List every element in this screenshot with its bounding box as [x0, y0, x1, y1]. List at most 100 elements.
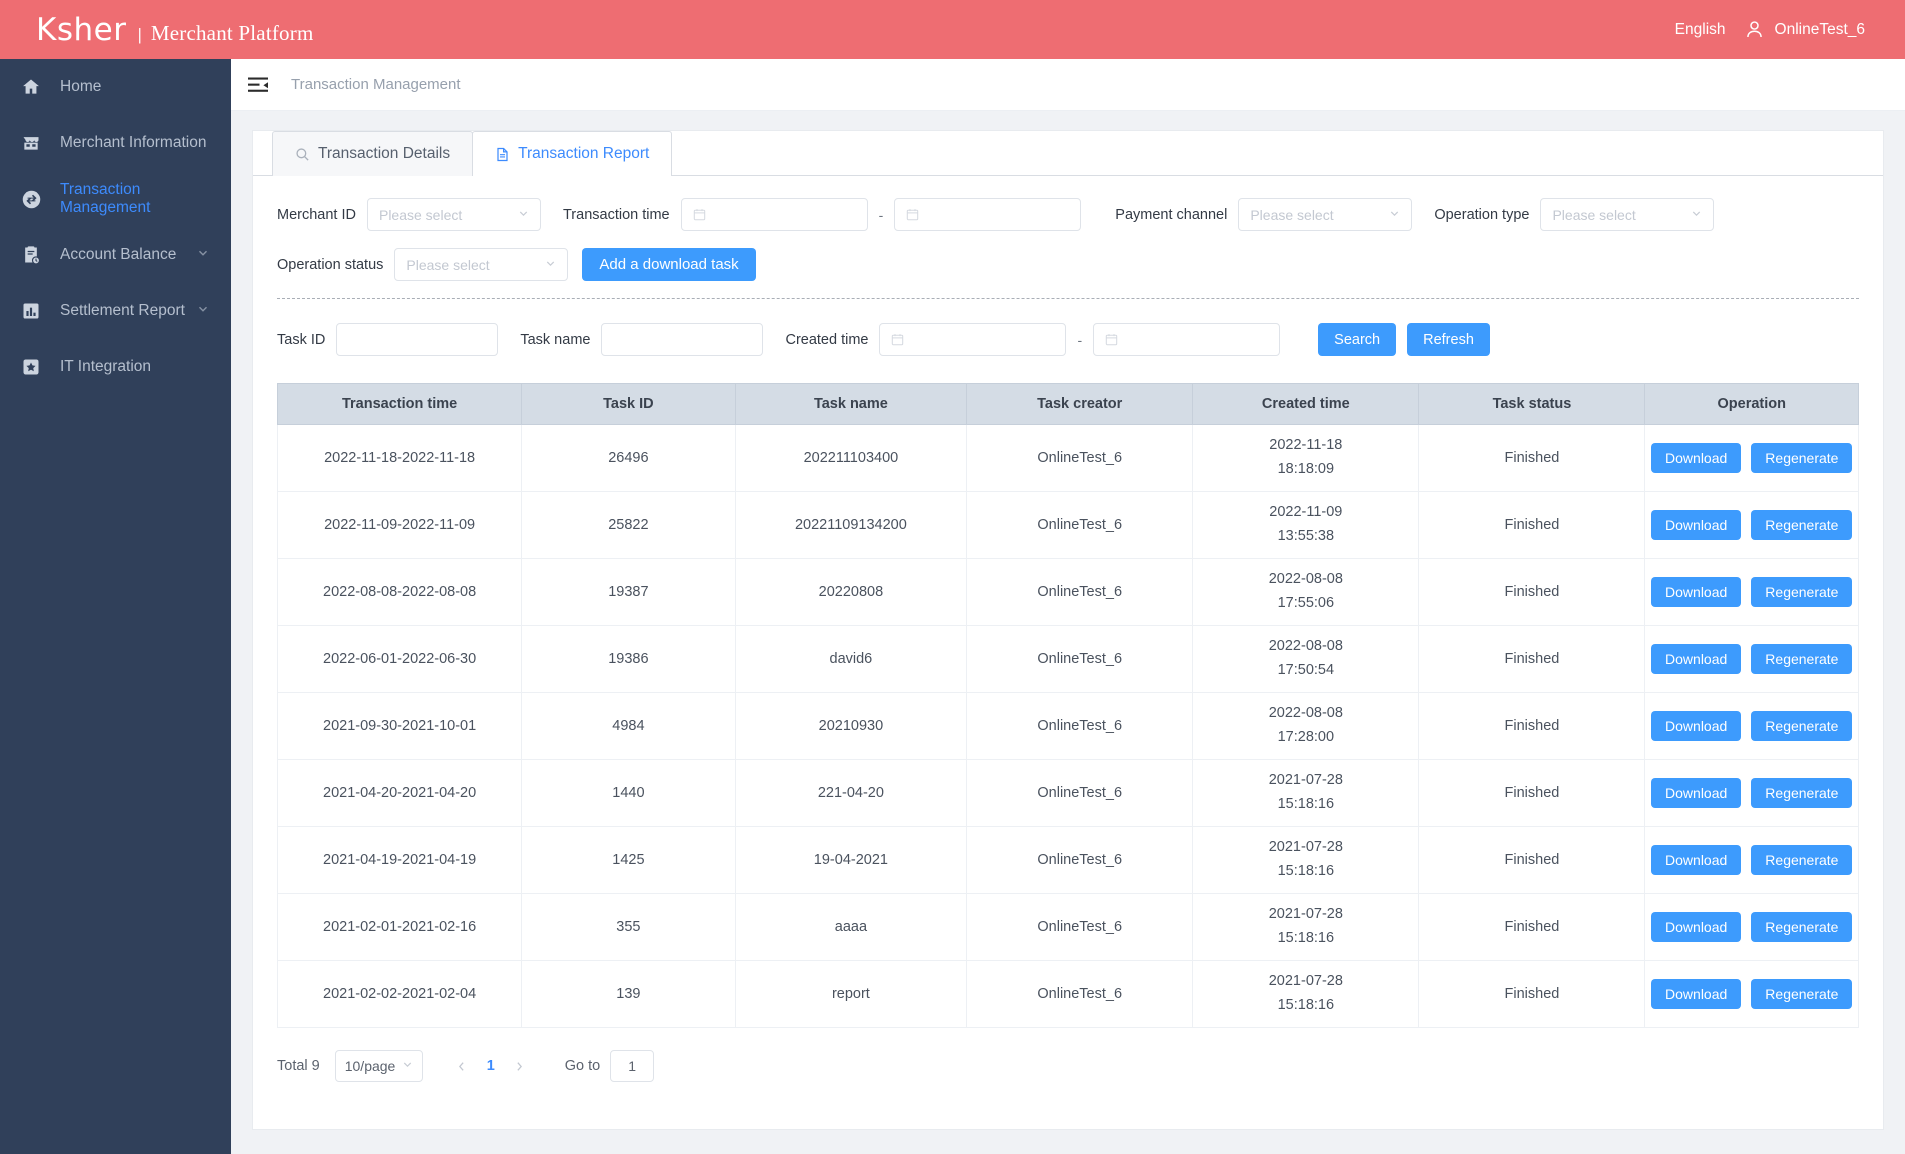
operation-status-select[interactable]: Please select [394, 248, 569, 281]
operation-button-group: Download Regenerate [1651, 845, 1853, 875]
cell-task-status: Finished [1418, 558, 1646, 626]
download-button[interactable]: Download [1651, 443, 1742, 473]
sidebar-item-merchant-information[interactable]: Merchant Information [0, 115, 231, 171]
table-row: 2021-02-02-2021-02-04 139 report OnlineTest… [276, 960, 1859, 1028]
sidebar-item-account-balance[interactable]: Account Balance [0, 227, 231, 283]
transaction-time-start-input[interactable] [680, 198, 868, 231]
tab-transaction-report[interactable]: Transaction Report [472, 131, 673, 177]
regenerate-button[interactable]: Regenerate [1751, 443, 1853, 473]
table-body: 2022-11-18-2022-11-18 26496 202211103400 On… [276, 424, 1859, 1028]
task-id-input[interactable] [336, 323, 499, 356]
cell-transaction-time: 2021-09-30-2021-10-01 [276, 692, 523, 760]
regenerate-button[interactable]: Regenerate [1751, 979, 1853, 1009]
search-label: Task name [520, 331, 591, 348]
regenerate-button[interactable]: Regenerate [1751, 711, 1853, 741]
regenerate-button[interactable]: Regenerate [1751, 644, 1853, 674]
page-number-1[interactable]: 1 [477, 1058, 505, 1074]
download-button[interactable]: Download [1651, 510, 1742, 540]
table-row: 2022-11-18-2022-11-18 26496 202211103400 On… [276, 424, 1859, 492]
cell-operation: Download Regenerate [1644, 424, 1859, 492]
cell-operation: Download Regenerate [1644, 960, 1859, 1028]
operation-button-group: Download Regenerate [1651, 510, 1853, 540]
chevron-right-icon[interactable] [505, 1051, 535, 1081]
user-menu[interactable]: OnlineTest_6 [1744, 19, 1865, 40]
regenerate-button[interactable]: Regenerate [1751, 577, 1853, 607]
task-name-input[interactable] [601, 323, 764, 356]
created-date: 2021-07-28 [1268, 772, 1343, 789]
sidebar-item-transaction-management[interactable]: Transaction Management [0, 171, 231, 227]
cell-operation: Download Regenerate [1644, 491, 1859, 559]
chevron-left-icon[interactable] [447, 1051, 477, 1081]
created-clock: 17:55:06 [1277, 595, 1335, 611]
sidebar-item-label: Transaction Management [60, 181, 151, 216]
cell-task-status: Finished [1418, 960, 1646, 1028]
filter-label: Payment channel [1115, 206, 1228, 223]
calendar-icon [892, 334, 904, 346]
payment-channel-placeholder: Please select [1250, 206, 1334, 223]
download-button[interactable]: Download [1651, 577, 1742, 607]
cell-task-status: Finished [1418, 625, 1646, 693]
search-button[interactable]: Search [1318, 323, 1397, 356]
cell-created-time: 2022-11-18 18:18:09 [1192, 424, 1420, 492]
sidebar-item-settlement-report[interactable]: Settlement Report [0, 283, 231, 339]
cell-created-time: 2022-08-08 17:28:00 [1192, 692, 1420, 760]
filter-form: Merchant ID Please select Transaction ti… [253, 176, 1883, 281]
created-time-start-input[interactable] [879, 323, 1067, 356]
add-download-task-button[interactable]: Add a download task [582, 248, 756, 281]
sidebar-item-home[interactable]: Home [0, 59, 231, 115]
chevron-down-icon [1691, 208, 1702, 222]
sidebar-item-it-integration[interactable]: IT Integration [0, 339, 231, 395]
cell-operation: Download Regenerate [1644, 625, 1859, 693]
download-button[interactable]: Download [1651, 979, 1742, 1009]
download-button[interactable]: Download [1651, 912, 1742, 942]
cell-task-name: david6 [735, 625, 968, 693]
cell-operation: Download Regenerate [1644, 826, 1859, 894]
cell-task-name: report [735, 960, 968, 1028]
page-size-select[interactable]: 10/page [334, 1050, 423, 1082]
regenerate-button[interactable]: Regenerate [1751, 510, 1853, 540]
tab-transaction-details[interactable]: Transaction Details [272, 131, 474, 176]
brand-separator: | [137, 24, 142, 44]
regenerate-button[interactable]: Regenerate [1751, 778, 1853, 808]
app-root: Ksher | Merchant Platform English Online… [0, 0, 1905, 1154]
goto-page-input[interactable] [610, 1050, 655, 1082]
cell-task-creator: OnlineTest_6 [966, 826, 1194, 894]
download-button[interactable]: Download [1651, 644, 1742, 674]
brand-subtitle: Merchant Platform [150, 20, 314, 45]
cell-operation: Download Regenerate [1644, 692, 1859, 760]
download-button[interactable]: Download [1651, 845, 1742, 875]
cell-task-name: 202211103400 [735, 424, 968, 492]
table-row: 2022-08-08-2022-08-08 19387 20220808 Online… [276, 558, 1859, 626]
tab-label: Transaction Details [318, 145, 451, 162]
cell-created-time: 2022-08-08 17:55:06 [1192, 558, 1420, 626]
filter-label: Merchant ID [277, 206, 356, 223]
menu-fold-icon[interactable] [248, 77, 268, 93]
cell-transaction-time: 2021-02-02-2021-02-04 [276, 960, 523, 1028]
table-row: 2022-11-09-2022-11-09 25822 20221109134200… [276, 491, 1859, 559]
language-switcher[interactable]: English [1675, 21, 1726, 39]
filter-row-2: Operation status Please select Add a dow… [277, 248, 1859, 281]
transaction-time-end-input[interactable] [894, 198, 1082, 231]
operation-type-select[interactable]: Please select [1540, 198, 1715, 231]
chevron-down-icon [197, 246, 209, 264]
created-time-end-input[interactable] [1093, 323, 1281, 356]
payment-channel-select[interactable]: Please select [1238, 198, 1413, 231]
page-size-value: 10/page [344, 1058, 396, 1074]
regenerate-button[interactable]: Regenerate [1751, 845, 1853, 875]
download-button[interactable]: Download [1651, 778, 1742, 808]
regenerate-button[interactable]: Regenerate [1751, 912, 1853, 942]
created-clock: 15:18:16 [1277, 796, 1335, 812]
filter-payment-channel: Payment channel Please select [1115, 198, 1413, 231]
refresh-button[interactable]: Refresh [1407, 323, 1490, 356]
cell-created-time: 2021-07-28 15:18:16 [1192, 893, 1420, 961]
table-row: 2021-09-30-2021-10-01 4984 20210930 OnlineT… [276, 692, 1859, 760]
cell-task-creator: OnlineTest_6 [966, 893, 1194, 961]
merchant-id-select[interactable]: Please select [366, 198, 541, 231]
created-date: 2022-08-08 [1268, 705, 1343, 722]
download-button[interactable]: Download [1651, 711, 1742, 741]
operation-status-placeholder: Please select [406, 256, 490, 273]
sidebar-nav: Home Merchant Information Transaction Ma… [0, 59, 231, 1154]
star-box-icon [20, 356, 42, 378]
created-clock: 18:18:09 [1277, 461, 1335, 477]
cell-task-id: 26496 [521, 424, 736, 492]
